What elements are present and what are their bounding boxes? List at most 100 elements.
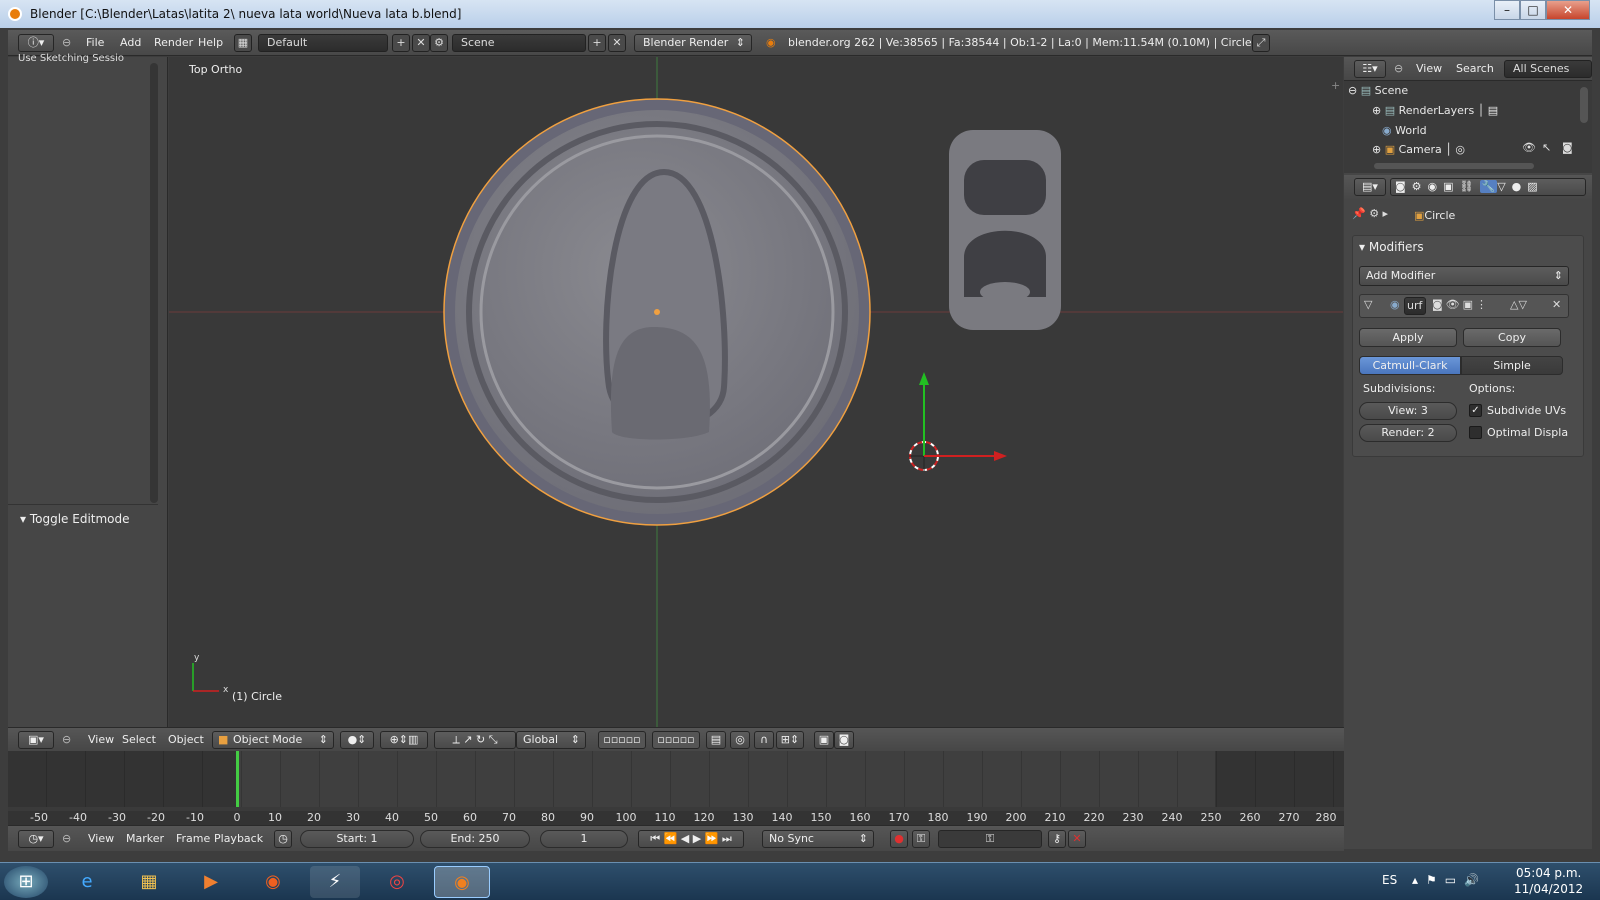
collapse-icon[interactable]: ⊖ (1394, 59, 1403, 79)
maximize-button[interactable]: □ (1520, 0, 1546, 20)
catmull-clark-button[interactable]: Catmull-Clark (1359, 356, 1461, 375)
collapse-icon[interactable]: ⊖ (62, 829, 71, 849)
modifiers-panel-title[interactable]: ▾ Modifiers (1359, 240, 1424, 254)
add-scene-button[interactable]: + (588, 34, 606, 52)
toggle-editmode-panel[interactable]: ▾ Toggle Editmode (20, 512, 130, 526)
subdivide-uvs-checkbox[interactable]: ✓ (1469, 404, 1482, 417)
menu-render[interactable]: Render (154, 33, 193, 53)
visibility-eye-icon[interactable]: 👁 (1522, 141, 1536, 154)
add-modifier-dropdown[interactable]: Add Modifier ⇕ (1359, 266, 1569, 286)
properties-context-tabs[interactable]: ◙⚙◉▣⛓ 🔧 ▽●▨ (1390, 178, 1586, 196)
can-tab-object[interactable] (949, 130, 1061, 330)
timeline-editor[interactable]: -50 -40 -30 -20 -10 0 10 20 30 40 50 60 … (8, 751, 1344, 825)
camera-icon[interactable]: ◙ (834, 731, 854, 749)
language-indicator[interactable]: ES (1382, 873, 1397, 887)
outliner-menu-search[interactable]: Search (1456, 59, 1494, 79)
transform-manipulator[interactable] (919, 372, 1007, 461)
outliner-item-camera[interactable]: ⊕ ▣ Camera │ ◎ (1372, 140, 1465, 159)
view-levels-field[interactable]: View: 3 (1359, 402, 1457, 420)
media-player-icon[interactable]: ▶ (186, 866, 236, 898)
render-levels-field[interactable]: Render: 2 (1359, 424, 1457, 442)
start-button-icon[interactable]: ⊞ (4, 866, 48, 898)
end-frame-field[interactable]: End: 250 (420, 830, 530, 848)
remove-modifier-icon[interactable]: ✕ (1552, 298, 1561, 311)
render-layer-icon[interactable]: ▤ (706, 731, 726, 749)
editor-type-properties-icon[interactable]: ▤▾ (1354, 178, 1386, 196)
screen-layout-icon[interactable]: ▦ (234, 34, 252, 52)
editor-type-timeline-icon[interactable]: ◷▾ (18, 830, 54, 848)
editor-type-3d-icon[interactable]: ▣▾ (18, 731, 54, 749)
sketching-session-option[interactable]: Use Sketching Sessio (18, 53, 154, 65)
outliner-h-scrollbar[interactable] (1374, 163, 1534, 169)
screen-layout-field[interactable]: Default (258, 34, 388, 52)
snap-element-dropdown[interactable]: ⊞⇕ (776, 731, 804, 749)
orientation-dropdown[interactable]: Global ⇕ (516, 731, 586, 749)
minimize-button[interactable]: – (1494, 0, 1520, 20)
blender-taskbar-icon[interactable]: ◉ (434, 866, 490, 898)
magnet-icon[interactable]: ∩ (754, 731, 774, 749)
remove-layout-button[interactable]: ✕ (412, 34, 430, 52)
manipulator-toggles[interactable]: ⟂ ↗ ↻ ⤡ (434, 731, 516, 749)
menu-help[interactable]: Help (198, 33, 223, 53)
expand-modifier-icon[interactable]: ▽ (1364, 298, 1372, 311)
menu-file[interactable]: File (86, 33, 104, 53)
keying-set-field[interactable]: ⚿ (938, 830, 1042, 848)
keying-icon[interactable]: ⚿ (912, 830, 930, 848)
current-frame-field[interactable]: 1 (540, 830, 628, 848)
chrome-icon[interactable]: ◎ (372, 866, 422, 898)
clock-date[interactable]: 11/04/2012 (1514, 882, 1583, 896)
close-button[interactable]: ✕ (1546, 0, 1590, 20)
simple-button[interactable]: Simple (1461, 356, 1563, 375)
menu-object[interactable]: Object (168, 730, 204, 750)
outliner-item-renderlayers[interactable]: ⊕ ▤ RenderLayers │ ▤ (1372, 101, 1498, 120)
modifier-name-field[interactable]: urf (1404, 297, 1426, 315)
menu-frame[interactable]: Frame (176, 829, 210, 849)
preview-range-icon[interactable]: ◷ (274, 830, 292, 848)
selectability-cursor-icon[interactable]: ↖ (1542, 141, 1551, 154)
record-icon[interactable]: ● (890, 830, 908, 848)
properties-toggle-icon[interactable]: + (1331, 79, 1340, 92)
pin-icon[interactable]: 📌 ⚙ ▸ (1352, 207, 1388, 220)
insert-keyframe-icon[interactable]: ⚷ (1048, 830, 1066, 848)
render-preview-icon[interactable]: ▣ (814, 731, 834, 749)
menu-select[interactable]: Select (122, 730, 156, 750)
layer-buttons-a[interactable]: ▫▫▫▫▫ (598, 731, 646, 749)
scene-icon[interactable]: ⚙ (430, 34, 448, 52)
editor-type-info-icon[interactable]: ⓘ▾ (18, 34, 54, 52)
editor-type-outliner-icon[interactable]: ☷▾ (1354, 60, 1386, 78)
modifier-toggle-icons[interactable]: ◙👁▣⋮ (1432, 298, 1490, 311)
add-layout-button[interactable]: + (392, 34, 410, 52)
delete-keyframe-icon[interactable]: ✕ (1068, 830, 1086, 848)
collapse-icon[interactable]: ⊖ (62, 730, 71, 750)
proportional-edit-icon[interactable]: ◎ (730, 731, 750, 749)
start-frame-field[interactable]: Start: 1 (300, 830, 414, 848)
apply-button[interactable]: Apply (1359, 328, 1457, 347)
winamp-icon[interactable]: ⚡ (310, 866, 360, 898)
scene-field[interactable]: Scene (452, 34, 586, 52)
sync-dropdown[interactable]: No Sync ⇕ (762, 830, 874, 848)
firefox-icon[interactable]: ◉ (248, 866, 298, 898)
clock-time[interactable]: 05:04 p.m. (1516, 866, 1581, 880)
viewport-canvas[interactable] (169, 57, 1343, 727)
menu-view[interactable]: View (88, 730, 114, 750)
outliner-tree[interactable]: ⊖ ▤ Scene ⊕ ▤ RenderLayers │ ▤ ◉ World ⊕… (1344, 81, 1592, 173)
fullscreen-icon[interactable]: ⤢ (1252, 34, 1270, 52)
outliner-menu-view[interactable]: View (1416, 59, 1442, 79)
internet-explorer-icon[interactable]: e (62, 866, 112, 898)
outliner-filter-field[interactable]: All Scenes (1504, 60, 1592, 78)
current-frame-marker[interactable] (236, 751, 239, 807)
remove-scene-button[interactable]: ✕ (608, 34, 626, 52)
menu-playback[interactable]: Playback (214, 829, 263, 849)
move-modifier-icons[interactable]: △▽ (1510, 298, 1527, 311)
mode-dropdown[interactable]: ■ Object Mode ⇕ (212, 731, 334, 749)
playback-controls[interactable]: ⏮ ⏪ ◀ ▶ ⏩ ⏭ (638, 830, 744, 848)
can-lid-object[interactable] (443, 98, 871, 526)
layer-buttons-b[interactable]: ▫▫▫▫▫ (652, 731, 700, 749)
menu-view[interactable]: View (88, 829, 114, 849)
menu-marker[interactable]: Marker (126, 829, 164, 849)
timeline-ruler[interactable]: -50 -40 -30 -20 -10 0 10 20 30 40 50 60 … (8, 811, 1344, 825)
tool-shelf-scrollbar[interactable] (150, 63, 158, 503)
collapse-icon[interactable]: ⊖ (62, 33, 71, 53)
menu-add[interactable]: Add (120, 33, 141, 53)
tray-icons[interactable]: ▴⚑▭🔊 (1412, 873, 1487, 887)
